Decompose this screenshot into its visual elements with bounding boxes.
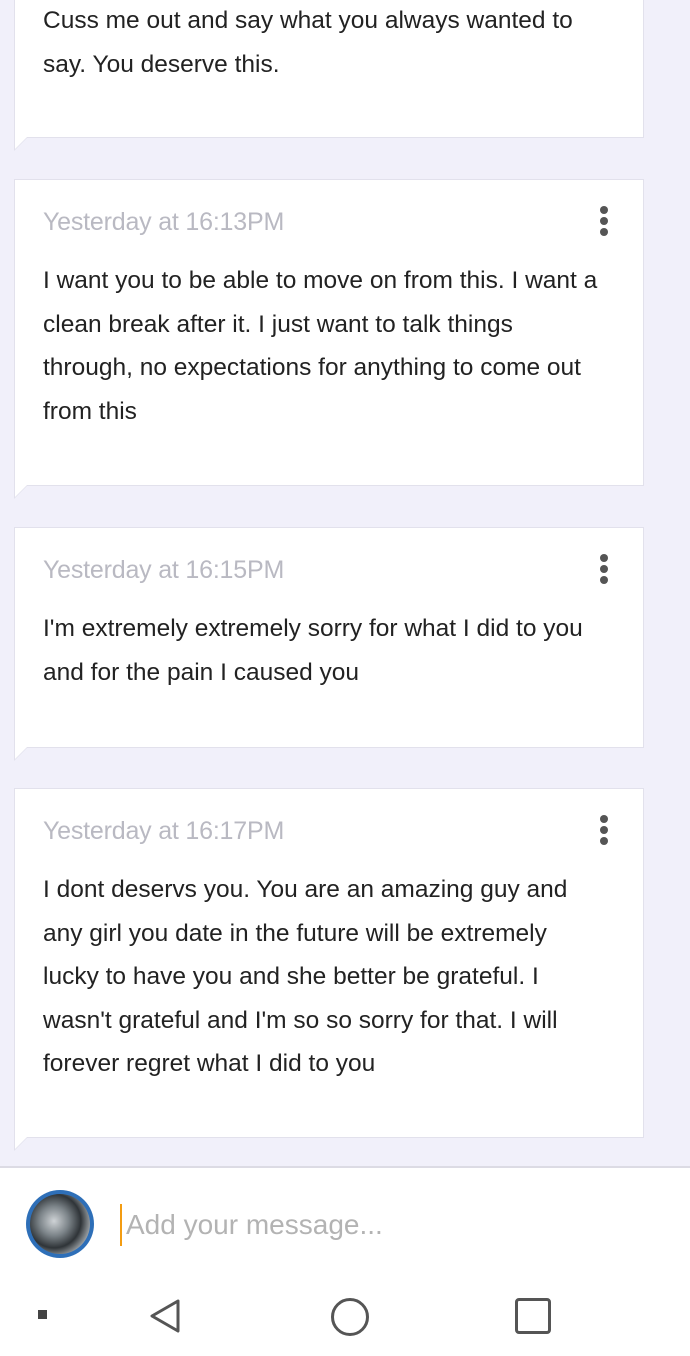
message-timestamp: Yesterday at 16:13PM xyxy=(43,208,285,236)
message-timestamp: Yesterday at 16:17PM xyxy=(43,817,285,845)
message-card: Yesterday at 16:13PM I want you to be ab… xyxy=(14,179,644,499)
message-timestamp: Yesterday at 16:15PM xyxy=(43,556,285,584)
message-text: I dont deservs you. You are an amazing g… xyxy=(43,876,568,1077)
message-input[interactable] xyxy=(120,1204,646,1246)
recents-square-icon[interactable] xyxy=(515,1298,551,1334)
back-triangle-icon[interactable] xyxy=(148,1298,184,1334)
avatar[interactable] xyxy=(26,1190,94,1258)
message-card: Cuss me out and say what you always want… xyxy=(14,0,644,151)
more-vertical-icon[interactable] xyxy=(599,554,609,584)
message-thread[interactable]: Cuss me out and say what you always want… xyxy=(0,0,690,1166)
message-text: I want you to be able to move on from th… xyxy=(43,267,598,425)
message-card: Yesterday at 16:15PM I'm extremely extre… xyxy=(14,527,644,761)
avatar-image xyxy=(30,1194,90,1254)
menu-dot-icon[interactable] xyxy=(38,1310,47,1319)
message-text: Cuss me out and say what you always want… xyxy=(43,7,573,78)
message-card: Yesterday at 16:17PM I dont deservs you.… xyxy=(14,788,644,1151)
message-text: I'm extremely extremely sorry for what I… xyxy=(43,615,583,686)
message-composer xyxy=(0,1166,690,1282)
home-circle-icon[interactable] xyxy=(331,1298,369,1336)
system-navigation-bar xyxy=(0,1282,690,1356)
more-vertical-icon[interactable] xyxy=(599,815,609,845)
more-vertical-icon[interactable] xyxy=(599,206,609,236)
